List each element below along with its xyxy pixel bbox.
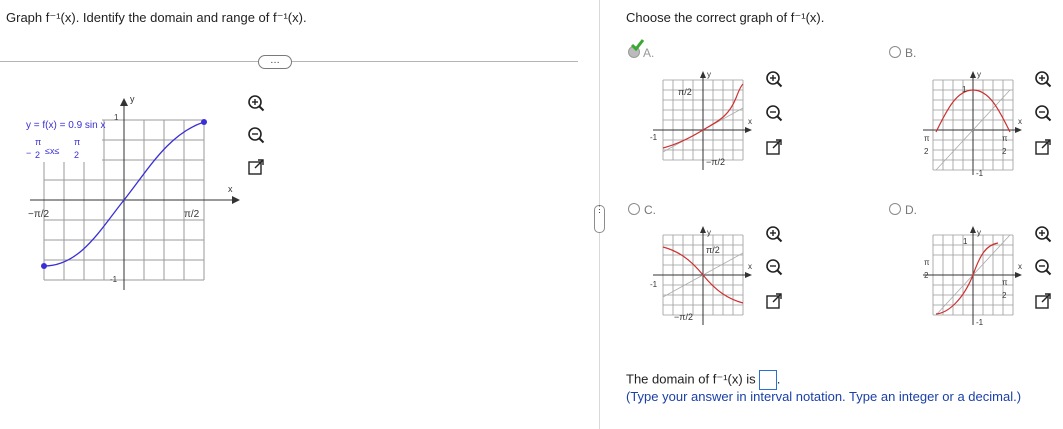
option-c-graph[interactable]: y x π/2 −π/2 -1: [648, 225, 758, 340]
option-d-tick-left-two: 2: [924, 271, 929, 280]
option-a-zoom-in-icon[interactable]: [765, 70, 783, 88]
option-d-tick-left-pi: π: [924, 258, 930, 267]
option-b-tick-right-pi: π: [1002, 134, 1008, 143]
domain-question: The domain of f⁻¹(x) is.: [626, 370, 780, 390]
option-d-tick-top: 1: [963, 237, 968, 246]
interval-ineq: ≤x≤: [45, 146, 59, 156]
option-c-expand-icon[interactable]: [765, 292, 783, 310]
answer-hint: (Type your answer in interval notation. …: [626, 389, 1022, 404]
option-d-axis-x: x: [1018, 262, 1022, 271]
option-c-tick-bottom: −π/2: [674, 312, 693, 322]
option-c-radio[interactable]: [628, 203, 640, 215]
option-d-tick-bottom: -1: [976, 318, 984, 327]
option-b-tick-right-two: 2: [1002, 147, 1007, 156]
curve-endpoint-right: [201, 119, 207, 125]
option-d-axis-y: y: [977, 228, 981, 237]
curve-endpoint-left: [41, 263, 47, 269]
right-prompt: Choose the correct graph of f⁻¹(x).: [626, 10, 825, 25]
option-d-letter: D.: [905, 203, 917, 217]
expand-icon[interactable]: [247, 158, 265, 176]
option-b-graph[interactable]: y x 1 -1 π 2 π 2: [918, 70, 1028, 185]
option-c-tick-left: -1: [650, 280, 658, 289]
option-d-zoom-in-icon[interactable]: [1034, 225, 1052, 243]
checkmark-icon: [630, 39, 644, 52]
option-a-tick-top: π/2: [678, 87, 692, 97]
x-axis-arrow-icon: [232, 196, 240, 204]
option-b-axis-y: y: [977, 70, 981, 79]
option-a-graph[interactable]: y x π/2 −π/2 -1: [648, 70, 758, 185]
option-a-axis-x: x: [748, 117, 752, 126]
interval-two-left: 2: [35, 150, 40, 160]
x-axis-label: x: [228, 184, 233, 194]
option-b-tick-top: 1: [962, 85, 967, 94]
option-a-axis-y: y: [707, 70, 711, 79]
y-tick-neg: -1: [110, 275, 118, 284]
option-c-axis-y: y: [707, 228, 711, 237]
option-b-tick-left-two: 2: [924, 147, 929, 156]
option-b-tick-left-pi: π: [924, 134, 930, 143]
option-b-letter: B.: [905, 46, 917, 60]
y-axis-arrow-icon: [120, 98, 128, 106]
interval-pi-left: π: [35, 137, 41, 147]
option-a-tick-bottom: −π/2: [706, 157, 725, 167]
option-d-tick-right-pi: π: [1002, 278, 1008, 287]
function-label: y = f(x) = 0.9 sin x: [26, 120, 105, 131]
panel-resize-handle[interactable]: ⋮: [594, 205, 605, 233]
option-a-expand-icon[interactable]: [765, 138, 783, 156]
zoom-in-icon[interactable]: [247, 94, 265, 112]
option-b-expand-icon[interactable]: [1034, 138, 1052, 156]
option-a-zoom-out-icon[interactable]: [765, 104, 783, 122]
option-d-graph[interactable]: y x 1 -1 π 2 π 2: [918, 225, 1028, 340]
option-b-zoom-out-icon[interactable]: [1034, 104, 1052, 122]
zoom-out-icon[interactable]: [247, 126, 265, 144]
option-d-zoom-out-icon[interactable]: [1034, 258, 1052, 276]
option-d-radio[interactable]: [889, 203, 901, 215]
option-b-axis-x: x: [1018, 117, 1022, 126]
y-tick-pos: 1: [114, 113, 119, 122]
y-axis-label: y: [130, 94, 135, 104]
more-button[interactable]: …: [258, 55, 292, 69]
left-prompt: Graph f⁻¹(x). Identify the domain and ra…: [6, 10, 307, 25]
x-tick-neg: −π/2: [28, 209, 50, 220]
domain-answer-input[interactable]: [758, 370, 777, 390]
interval-minus: −: [26, 148, 31, 158]
interval-two-right: 2: [74, 150, 79, 160]
left-graph: y x 1 -1 −π/2 π/2 y = f(x) = 0.9 sin x π…: [26, 94, 240, 290]
option-c-letter: C.: [644, 203, 656, 217]
x-tick-pos: π/2: [184, 209, 200, 220]
interval-pi-right: π: [74, 137, 80, 147]
option-c-zoom-in-icon[interactable]: [765, 225, 783, 243]
option-b-radio[interactable]: [889, 46, 901, 58]
option-d-tick-right-two: 2: [1002, 291, 1007, 300]
option-c-tick-top: π/2: [706, 245, 720, 255]
option-a-letter: A.: [643, 46, 655, 60]
option-a-tick-left: -1: [650, 133, 658, 142]
option-b-zoom-in-icon[interactable]: [1034, 70, 1052, 88]
option-c-zoom-out-icon[interactable]: [765, 258, 783, 276]
option-b-tick-bottom: -1: [976, 169, 984, 178]
domain-prefix: The domain of f⁻¹(x) is: [626, 371, 756, 387]
option-c-axis-x: x: [748, 262, 752, 271]
option-d-expand-icon[interactable]: [1034, 292, 1052, 310]
